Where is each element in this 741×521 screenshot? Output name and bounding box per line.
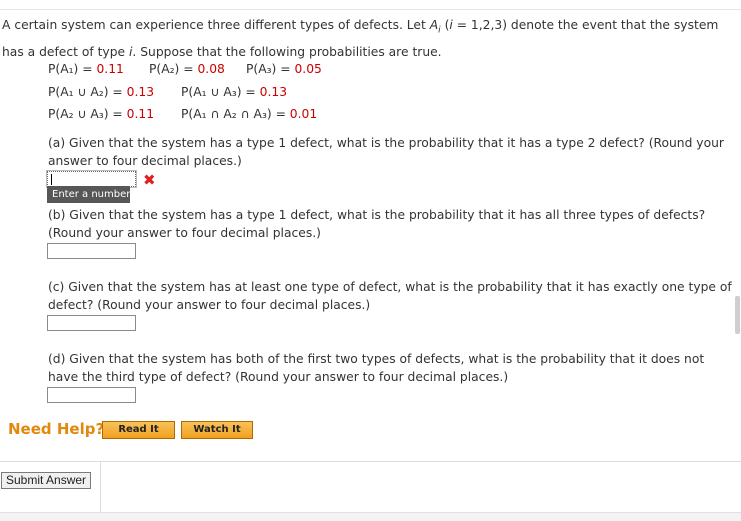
answer-d-input[interactable] <box>47 387 136 403</box>
prob-value: 0.01 <box>289 107 318 121</box>
prob-a1-intersect-a2-intersect-a3: P(A₁ ∩ A₂ ∩ A₃) = 0.01 <box>181 107 317 121</box>
prob-label: P(A₁ ∪ A₂) = <box>48 85 127 99</box>
prob-value: 0.08 <box>197 62 225 76</box>
prob-label: P(A₁) = <box>48 62 97 76</box>
prob-label: P(A₃) = <box>246 62 295 76</box>
prob-label: P(A₁ ∪ A₃) = <box>181 85 260 99</box>
question-b: (b) Given that the system has a type 1 d… <box>48 208 706 240</box>
prob-label: P(A₂ ∪ A₃) = <box>48 107 127 121</box>
prob-a1: P(A₁) = 0.11 <box>48 62 124 76</box>
answer-a-input[interactable] <box>46 170 137 188</box>
intro-text: . Suppose that the following probabiliti… <box>132 45 442 60</box>
answer-b-input[interactable] <box>47 243 136 259</box>
problem-intro: A certain system can experience three di… <box>2 14 730 63</box>
question-a: (a) Given that the system has a type 1 d… <box>48 136 724 168</box>
prob-label: P(A₂) = <box>149 62 198 76</box>
intro-text: A certain system can experience three di… <box>2 18 430 32</box>
prob-value: 0.11 <box>96 62 124 76</box>
prob-label: P(A₁ ∩ A₂ ∩ A₃) = <box>181 107 290 121</box>
top-frame <box>0 0 741 10</box>
prob-value: 0.11 <box>126 107 155 121</box>
prob-value: 0.13 <box>126 85 155 99</box>
validation-tooltip: Enter a number. <box>47 186 133 203</box>
incorrect-x-icon: ✖ <box>143 171 156 189</box>
answer-c-input[interactable] <box>47 315 136 331</box>
read-it-button[interactable]: Read It <box>102 421 175 439</box>
text-caret <box>51 174 52 185</box>
prob-a1-union-a3: P(A₁ ∪ A₃) = 0.13 <box>181 85 287 99</box>
watch-it-button[interactable]: Watch It <box>181 421 253 439</box>
prob-a2-union-a3: P(A₂ ∪ A₃) = 0.11 <box>48 107 154 121</box>
divider <box>0 461 741 462</box>
prob-value: 0.05 <box>294 62 322 76</box>
prob-a2: P(A₂) = 0.08 <box>149 62 225 76</box>
prob-a3: P(A₃) = 0.05 <box>246 62 322 76</box>
question-d: (d) Given that the system has both of th… <box>48 352 705 384</box>
scrollbar-thumb[interactable] <box>735 296 740 334</box>
submit-answer-button[interactable]: Submit Answer <box>1 472 92 489</box>
question-c: (c) Given that the system has at least o… <box>48 280 732 312</box>
prob-value: 0.13 <box>259 85 288 99</box>
prob-a1-union-a2: P(A₁ ∪ A₂) = 0.13 <box>48 85 154 99</box>
need-help-label: Need Help? <box>8 420 105 438</box>
intro-variable: A <box>429 18 439 32</box>
